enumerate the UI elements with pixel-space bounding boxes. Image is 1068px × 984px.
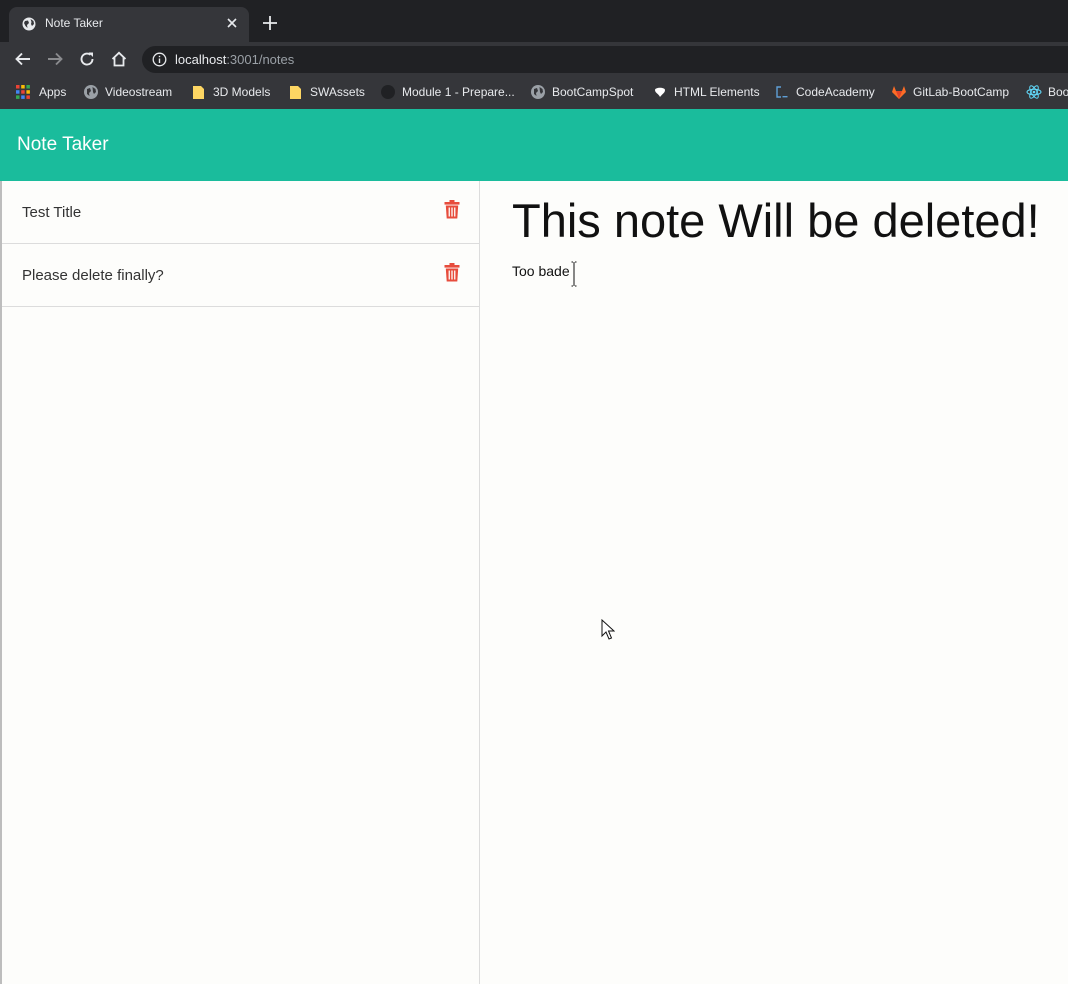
gitlab-icon xyxy=(892,86,906,99)
url-text: localhost:3001/notes xyxy=(175,52,294,67)
notes-list: Test Title Please delete finally? xyxy=(0,181,480,984)
bookmark-label: 3D Models xyxy=(213,85,271,99)
react-icon xyxy=(1026,85,1042,99)
folder-icon xyxy=(290,86,301,99)
reload-icon[interactable] xyxy=(78,50,96,68)
globe-icon xyxy=(84,85,98,99)
browser-tab[interactable]: Note Taker xyxy=(9,7,249,42)
bookmark-label: Videostream xyxy=(105,85,173,99)
tab-title: Note Taker xyxy=(45,16,103,30)
close-icon[interactable] xyxy=(224,15,240,31)
bookmark-label: HTML Elements xyxy=(674,85,760,99)
address-bar[interactable]: localhost:3001/notes xyxy=(142,46,1068,73)
trash-icon[interactable] xyxy=(444,200,460,219)
bookmark-label: SWAssets xyxy=(310,85,365,99)
bookmark-label: CodeAcademy xyxy=(796,85,875,99)
info-icon[interactable] xyxy=(152,52,167,67)
url-host: localhost xyxy=(175,52,227,67)
bookmark-label: Apps xyxy=(39,85,67,99)
browser-tabstrip: Note Taker xyxy=(0,0,1068,42)
github-icon xyxy=(381,85,395,99)
app-navbar: Note Taker xyxy=(0,109,1068,181)
note-title[interactable]: Test Title xyxy=(22,204,81,221)
forward-arrow-icon[interactable] xyxy=(46,50,64,68)
back-arrow-icon[interactable] xyxy=(14,50,32,68)
bookmark-label: GitLab-BootCamp xyxy=(913,85,1010,99)
text-cursor-icon xyxy=(571,261,577,287)
note-text-textarea[interactable]: Too bade xyxy=(512,263,570,279)
app-brand[interactable]: Note Taker xyxy=(17,134,109,156)
list-item[interactable]: Test Title xyxy=(2,181,480,244)
note-title[interactable]: Please delete finally? xyxy=(22,267,164,284)
browser-toolbar: localhost:3001/notes xyxy=(0,42,1068,76)
mouse-pointer-icon xyxy=(601,619,615,640)
folder-icon xyxy=(193,86,204,99)
globe-icon xyxy=(531,85,545,99)
note-title-input[interactable]: This note Will be deleted! xyxy=(512,193,1040,248)
note-editor: This note Will be deleted! Too bade xyxy=(481,181,1068,984)
globe-icon xyxy=(22,17,36,31)
bookmarks-bar: Apps Videostream 3D Models SWAssets Modu… xyxy=(0,76,1068,109)
list-item[interactable]: Please delete finally? xyxy=(2,244,480,307)
bookmark-label: Boo xyxy=(1048,85,1068,99)
bookmark-logo-icon xyxy=(655,87,665,97)
url-path: :3001/notes xyxy=(226,52,295,67)
apps-grid-icon xyxy=(16,85,30,99)
home-icon[interactable] xyxy=(110,50,128,68)
bookmark-label: Module 1 - Prepare... xyxy=(402,85,515,99)
plus-icon[interactable] xyxy=(260,13,280,33)
bookmark-label: BootCampSpot xyxy=(552,85,634,99)
trash-icon[interactable] xyxy=(444,263,460,282)
codecademy-icon xyxy=(776,86,788,98)
